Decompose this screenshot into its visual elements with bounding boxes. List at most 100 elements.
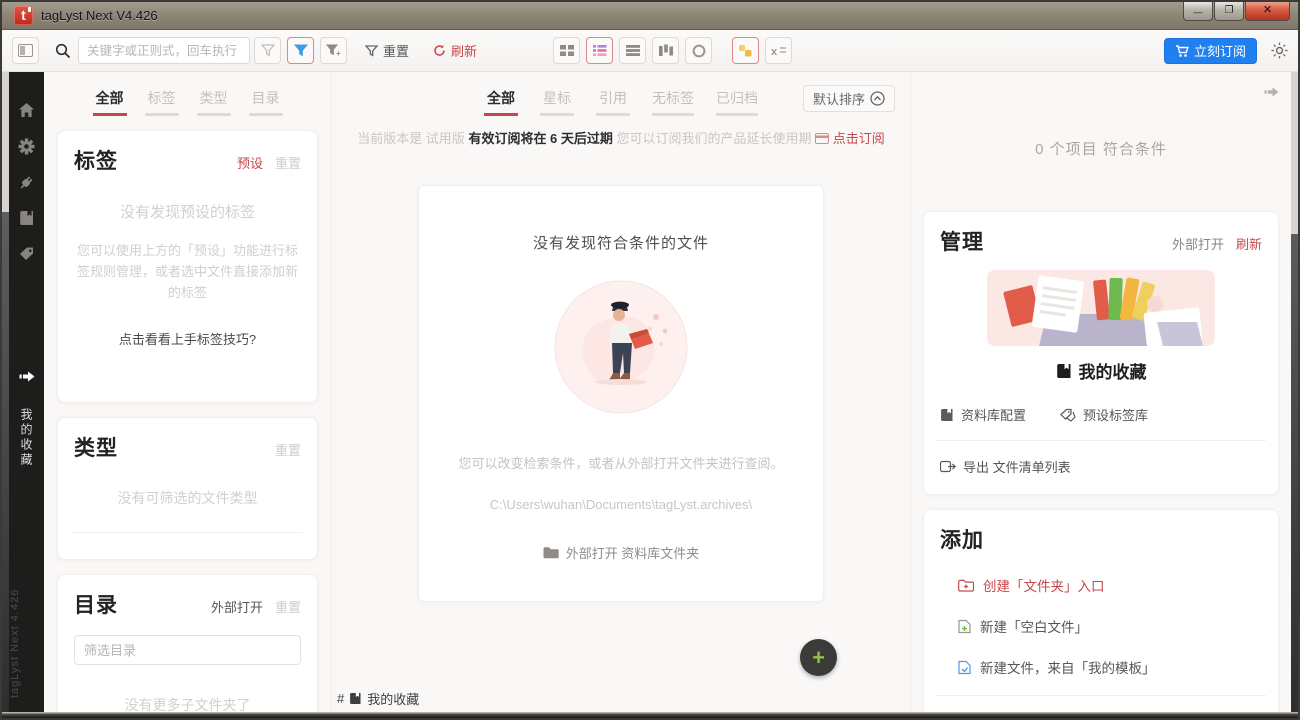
subscribe-button[interactable]: 立刻订阅 — [1164, 38, 1257, 64]
app-logo-icon: t — [14, 6, 33, 25]
filter-outline-button[interactable] — [254, 37, 281, 64]
statusbar-hash: # — [337, 691, 344, 706]
collapse-panel-button[interactable] — [1264, 86, 1279, 98]
types-card: 类型 重置 没有可筛选的文件类型 — [57, 417, 318, 560]
empty-state-title: 没有发现符合条件的文件 — [419, 186, 823, 253]
add-card: 添加 创建「文件夹」入口 新建「空白文件」 新建文件，来自「我的模板」 — [923, 509, 1279, 712]
tab-archived-files[interactable]: 已归档 — [716, 88, 758, 116]
create-folder-button[interactable]: 创建「文件夹」入口 — [958, 575, 1262, 595]
export-excel-icon: x — [771, 44, 787, 57]
tab-tags-filter[interactable]: 标签 — [145, 88, 179, 116]
open-library-folder-link[interactable]: 外部打开 资料库文件夹 — [419, 543, 823, 562]
directory-reset-link[interactable]: 重置 — [275, 597, 301, 616]
list-view-button[interactable] — [586, 37, 613, 64]
gear-icon — [18, 138, 35, 155]
tab-dirs-filter[interactable]: 目录 — [249, 88, 283, 116]
manage-open-external-link[interactable]: 外部打开 — [1172, 234, 1224, 253]
folder-icon — [543, 546, 559, 559]
tags-preset-link[interactable]: 预设 — [237, 153, 263, 172]
rail-version-label: tagLyst Next 4.426 — [9, 548, 44, 698]
left-rail: 我的收藏 tagLyst Next 4.426 — [9, 72, 44, 712]
left-scrollbar[interactable] — [2, 72, 9, 712]
preset-tags-icon — [1060, 408, 1076, 422]
tags-card: 标签 预设 重置 没有发现预设的标签 您可以使用上方的「预设」功能进行标签规则管… — [57, 130, 318, 403]
match-count: 0 个项目 符合条件 — [923, 138, 1279, 159]
search-input[interactable] — [78, 37, 250, 64]
directory-open-external-link[interactable]: 外部打开 — [211, 597, 263, 616]
app-window: t tagLyst Next V4.426 + 重置 — [0, 0, 1300, 720]
home-icon — [18, 102, 35, 118]
manage-divider — [936, 440, 1266, 441]
types-card-title: 类型 — [74, 432, 118, 462]
home-nav-button[interactable] — [9, 92, 44, 128]
window-title: tagLyst Next V4.426 — [41, 8, 158, 23]
file-plus-icon — [958, 619, 971, 634]
refresh-button[interactable]: 刷新 — [433, 41, 477, 60]
preset-tag-library-button[interactable]: 预设标签库 — [1060, 405, 1148, 424]
library-statusbar[interactable]: # 我的收藏 — [337, 689, 419, 708]
tags-tips-link[interactable]: 点击看看上手标签技巧? — [74, 329, 301, 348]
columns-view-button[interactable] — [652, 37, 679, 64]
tab-types-filter[interactable]: 类型 — [197, 88, 231, 116]
tab-starred-files[interactable]: 星标 — [540, 88, 574, 116]
tag-tree-button[interactable] — [732, 37, 759, 64]
minimize-button[interactable] — [1183, 2, 1213, 21]
circle-view-button[interactable] — [685, 37, 712, 64]
grid-view-button[interactable] — [553, 37, 580, 64]
export-file-list-button[interactable]: 导出 文件清单列表 — [940, 457, 1262, 480]
tab-all-filters[interactable]: 全部 — [93, 88, 127, 116]
rail-favorite-label[interactable]: 我的收藏 — [18, 408, 35, 468]
types-reset-link[interactable]: 重置 — [275, 440, 301, 459]
library-title[interactable]: 我的收藏 — [940, 358, 1262, 383]
panel-toggle-icon — [18, 44, 33, 57]
rows-view-button[interactable] — [619, 37, 646, 64]
add-divider-1 — [936, 695, 1266, 696]
library-path: C:\Users\wuhan\Documents\tagLyst.archive… — [419, 497, 823, 512]
trial-notice: 当前版本是 试用版 有效订阅将在 6 天后过期 您可以订阅我们的产品延长使用期 … — [333, 128, 909, 147]
right-scrollbar-thumb[interactable] — [1291, 72, 1298, 234]
right-scrollbar[interactable] — [1291, 72, 1298, 712]
add-file-fab[interactable]: + — [800, 639, 837, 676]
plugin-nav-button[interactable] — [9, 164, 44, 200]
tab-untagged-files[interactable]: 无标签 — [652, 88, 694, 116]
manage-refresh-link[interactable]: 刷新 — [1236, 234, 1262, 253]
panel-toggle-button[interactable] — [12, 37, 39, 64]
new-file-from-template-button[interactable]: 新建文件，来自「我的模板」 — [958, 657, 1262, 677]
export-excel-button[interactable]: x — [765, 37, 792, 64]
settings-nav-button[interactable] — [9, 128, 44, 164]
search-icon — [55, 43, 71, 59]
reset-filter-button[interactable]: 重置 — [365, 41, 409, 60]
chevron-up-circle-icon — [870, 91, 885, 106]
directory-filter-input[interactable] — [74, 635, 301, 665]
tags-reset-link[interactable]: 重置 — [275, 153, 301, 172]
types-empty-text: 没有可筛选的文件类型 — [74, 488, 301, 508]
rows-view-icon — [626, 44, 640, 57]
tab-all-files[interactable]: 全部 — [484, 88, 518, 116]
new-blank-file-button[interactable]: 新建「空白文件」 — [958, 616, 1262, 636]
refresh-icon — [433, 44, 446, 57]
tags-nav-button[interactable] — [9, 236, 44, 272]
library-config-button[interactable]: 资料库配置 — [940, 405, 1026, 424]
library-nav-button[interactable] — [9, 200, 44, 236]
directory-card-title: 目录 — [74, 589, 118, 619]
close-button[interactable] — [1245, 2, 1290, 21]
statusbar-library-label: 我的收藏 — [367, 689, 419, 708]
filter-active-button[interactable] — [287, 37, 314, 64]
window-bottom-border — [2, 712, 1298, 718]
filter-active-icon — [294, 44, 308, 57]
tags-empty-title: 没有发现预设的标签 — [74, 201, 301, 222]
brightness-icon — [1271, 42, 1288, 59]
filter-add-button[interactable]: + — [320, 37, 347, 64]
sort-button[interactable]: 默认排序 — [803, 85, 895, 112]
theme-toggle-button[interactable] — [1271, 42, 1288, 59]
maximize-button[interactable] — [1214, 2, 1244, 21]
favorite-library-button[interactable] — [9, 358, 44, 394]
tags-card-title: 标签 — [74, 145, 118, 175]
tab-referenced-files[interactable]: 引用 — [596, 88, 630, 116]
tags-empty-hint: 您可以使用上方的「预设」功能进行标签规则管理，或者选中文件直接添加新的标签 — [74, 240, 301, 303]
arrow-right-icon — [19, 370, 35, 383]
filter-add-icon: + — [326, 44, 342, 57]
subscribe-link[interactable]: 点击订阅 — [833, 131, 885, 146]
manage-card: 管理 外部打开 刷新 — [923, 211, 1279, 495]
left-scrollbar-thumb[interactable] — [2, 72, 9, 212]
